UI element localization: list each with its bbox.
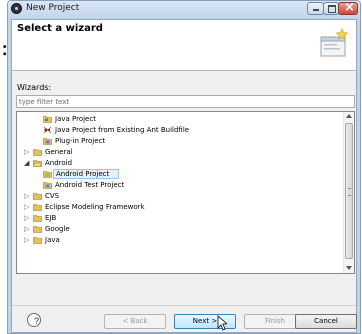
folder-icon (33, 226, 42, 233)
cancel-button[interactable]: Cancel (295, 314, 357, 329)
minimize-button[interactable] (307, 2, 324, 15)
banner-title: Select a wizard (17, 23, 103, 34)
tree-item-label: Java (45, 236, 60, 244)
mouse-cursor-icon (217, 315, 227, 331)
wizard-tree[interactable]: Java Project Java Project from Existing … (16, 111, 355, 274)
expand-arrow-icon[interactable]: ▷ (24, 213, 30, 223)
folder-icon (33, 204, 42, 211)
folder-icon (33, 215, 42, 222)
tree-scrollbar[interactable] (343, 112, 354, 273)
new-wizard-banner-icon (320, 28, 349, 57)
dialog-body: Select a wizard Wizards: Java Project (11, 19, 357, 333)
java-project-icon (43, 116, 52, 123)
scroll-down-arrow-icon[interactable] (346, 266, 352, 270)
expand-arrow-icon[interactable]: ▷ (24, 224, 30, 234)
folder-icon (33, 149, 42, 156)
maximize-button[interactable] (323, 2, 339, 15)
ant-icon (43, 126, 52, 134)
eclipse-app-icon (11, 3, 22, 14)
tree-item-label: CVS (45, 192, 60, 200)
folder-icon (33, 237, 42, 244)
grip-icon (348, 188, 351, 196)
folder-open-icon (33, 160, 42, 167)
wizards-label: Wizards: (17, 83, 52, 92)
filter-input[interactable] (16, 95, 355, 108)
folder-icon (33, 193, 42, 200)
expand-arrow-icon[interactable]: ▷ (24, 235, 30, 245)
tree-item-label: EJB (45, 214, 57, 222)
tree-item-label: Android Test Project (55, 181, 125, 189)
tree-item-label: Eclipse Modeling Framework (45, 203, 145, 211)
tree-item-label: Java Project from Existing Ant Buildfile (55, 126, 190, 134)
wizard-banner: Select a wizard (12, 20, 356, 71)
tree-item-label: Android Project (56, 170, 110, 178)
tree-item-label: Google (45, 225, 70, 233)
tree-item-label: General (45, 148, 73, 156)
close-button[interactable] (338, 1, 358, 15)
new-project-dialog: New Project Select a wizard Wizards: (7, 0, 361, 334)
scrollbar-thumb[interactable] (345, 123, 353, 259)
tree-item-label: Plug-in Project (55, 137, 106, 145)
tree-item-label: Android (45, 159, 73, 167)
tree-item-android-project[interactable]: Android Project (17, 169, 217, 179)
expand-arrow-icon[interactable]: ▷ (24, 147, 30, 157)
tree-item-label: Java Project (55, 115, 96, 123)
collapse-arrow-icon[interactable]: ◢ (24, 158, 30, 168)
plugin-project-icon (43, 138, 52, 145)
footer-separator (12, 305, 356, 306)
scroll-up-arrow-icon[interactable] (346, 114, 352, 118)
title-bar[interactable]: New Project (8, 1, 360, 18)
android-test-project-icon (43, 182, 52, 189)
android-project-icon (43, 171, 52, 178)
back-button[interactable]: < Back (104, 314, 166, 329)
help-button[interactable]: ? (27, 313, 41, 327)
expand-arrow-icon[interactable]: ▷ (24, 191, 30, 201)
window-title: New Project (26, 3, 80, 13)
expand-arrow-icon[interactable]: ▷ (24, 202, 30, 212)
